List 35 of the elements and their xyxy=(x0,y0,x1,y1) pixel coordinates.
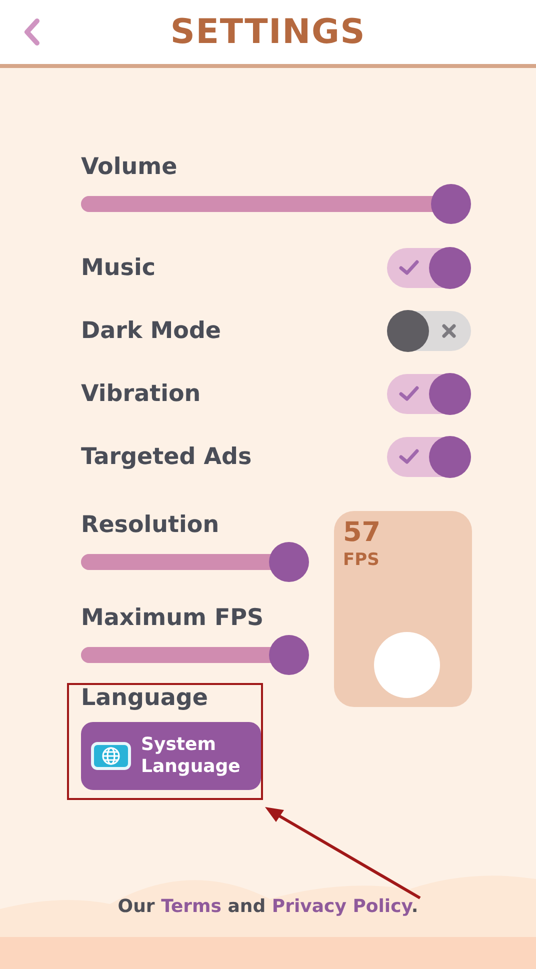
toggle-thumb xyxy=(429,436,471,478)
slider-thumb[interactable] xyxy=(269,542,309,582)
setting-label: Maximum FPS xyxy=(81,604,265,633)
legal-sentence: Our Terms and Privacy Policy. xyxy=(116,895,420,919)
slider[interactable] xyxy=(81,635,309,675)
slider-thumb[interactable] xyxy=(269,635,309,675)
setting-label: Volume xyxy=(81,153,178,182)
fps-value: 57 xyxy=(343,517,381,549)
toggle-thumb xyxy=(429,373,471,415)
back-icon xyxy=(23,18,41,46)
globe-icon xyxy=(91,742,131,770)
setting-label: Dark Mode xyxy=(81,317,222,346)
toggle-switch[interactable] xyxy=(387,248,471,288)
legal-link[interactable]: Terms xyxy=(161,896,222,917)
slider[interactable] xyxy=(81,542,309,582)
check-icon xyxy=(399,449,419,465)
slider-thumb[interactable] xyxy=(431,184,471,224)
toggle-switch[interactable] xyxy=(387,437,471,477)
toggle-switch[interactable] xyxy=(387,374,471,414)
slider[interactable] xyxy=(81,184,471,224)
toggle-switch[interactable] xyxy=(387,311,471,351)
legal-link[interactable]: Privacy Policy xyxy=(272,896,412,917)
setting-label: Targeted Ads xyxy=(81,443,252,472)
check-icon xyxy=(399,386,419,402)
page-title: SETTINGS xyxy=(170,10,366,54)
setting-label: Resolution xyxy=(81,511,220,540)
toggle-thumb xyxy=(429,247,471,289)
close-icon xyxy=(441,323,457,339)
language-button[interactable]: System Language xyxy=(81,722,261,790)
setting-label: Vibration xyxy=(81,380,201,409)
fps-unit: FPS xyxy=(343,549,380,571)
setting-label: Music xyxy=(81,254,156,283)
check-icon xyxy=(399,260,419,276)
setting-label: Language xyxy=(81,684,209,713)
toggle-thumb xyxy=(387,310,429,352)
